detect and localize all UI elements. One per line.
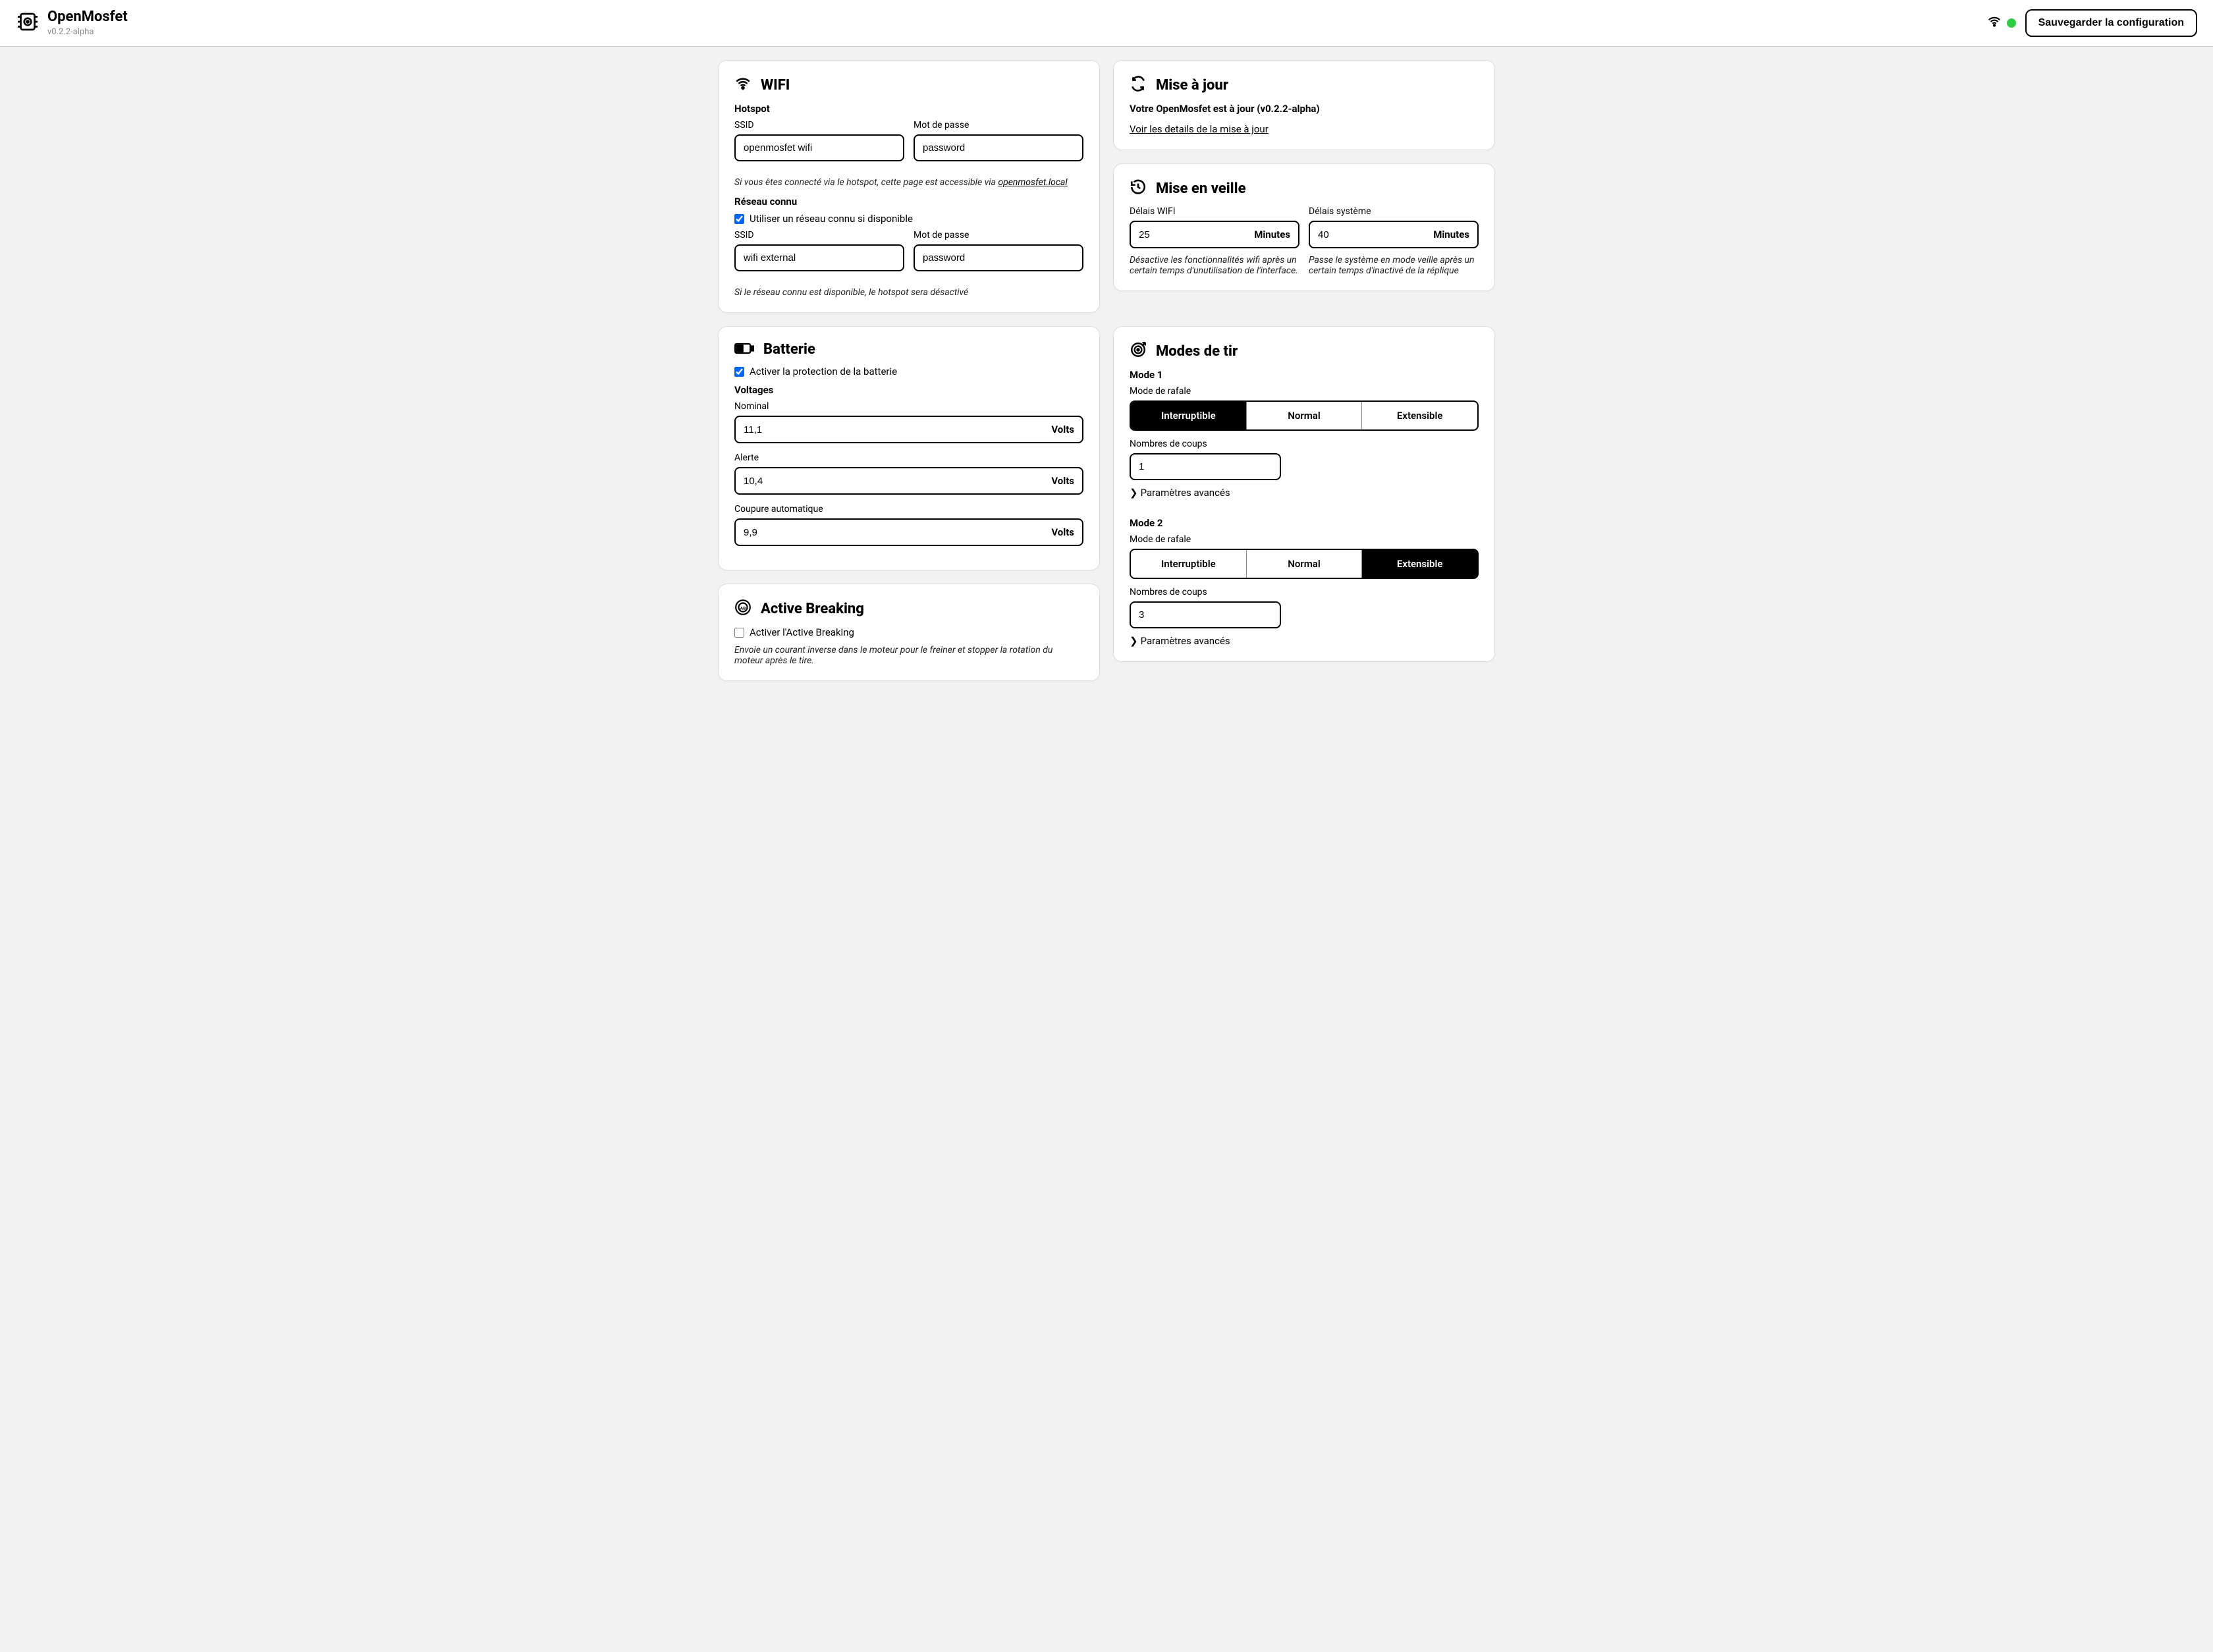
nominal-input[interactable] bbox=[744, 424, 942, 435]
mode2-burst-label: Mode de rafale bbox=[1130, 534, 1479, 545]
known-password-input[interactable] bbox=[914, 244, 1083, 271]
mode1-heading: Mode 1 bbox=[1130, 369, 1479, 381]
sleep-system-unit: Minutes bbox=[1433, 229, 1469, 240]
battery-protect-label: Activer la protection de la batterie bbox=[750, 366, 897, 377]
voltages-heading: Voltages bbox=[734, 384, 1083, 396]
wifi-icon bbox=[734, 75, 751, 95]
sleep-wifi-hint: Désactive les fonctionnalités wifi après… bbox=[1130, 255, 1299, 276]
history-icon bbox=[1130, 179, 1147, 198]
battery-card: Batterie Activer la protection de la bat… bbox=[718, 326, 1100, 570]
hotspot-password-input[interactable] bbox=[914, 134, 1083, 161]
battery-icon bbox=[734, 342, 754, 358]
sleep-wifi-input-group[interactable]: Minutes bbox=[1130, 221, 1299, 248]
wifi-card: WIFI Hotspot SSID Mot de passe Si vous ê… bbox=[718, 60, 1100, 313]
hotspot-heading: Hotspot bbox=[734, 103, 1083, 115]
cutoff-input[interactable] bbox=[744, 527, 942, 538]
mode2-shots-input[interactable] bbox=[1130, 601, 1281, 628]
ab-hint: Envoie un courant inverse dans le moteur… bbox=[734, 645, 1083, 666]
battery-title: Batterie bbox=[763, 341, 815, 358]
chevron-right-icon: ❯ bbox=[1130, 635, 1138, 647]
known-ssid-input[interactable] bbox=[734, 244, 904, 271]
mode2-seg-extensible[interactable]: Extensible bbox=[1362, 550, 1477, 578]
cutoff-input-group[interactable]: Volts bbox=[734, 518, 1083, 546]
fire-title: Modes de tir bbox=[1156, 343, 1238, 360]
ab-enable-checkbox[interactable] bbox=[734, 628, 744, 638]
hotspot-ssid-input[interactable] bbox=[734, 134, 904, 161]
chip-icon bbox=[16, 10, 40, 36]
battery-protect-checkbox[interactable] bbox=[734, 367, 744, 377]
mode1-burst-segmented: Interruptible Normal Extensible bbox=[1130, 400, 1479, 431]
mode1-advanced-toggle[interactable]: ❯ Paramètres avancés bbox=[1130, 487, 1479, 499]
hotspot-local-link[interactable]: openmosfet.local bbox=[998, 177, 1067, 188]
known-hint: Si le réseau connu est disponible, le ho… bbox=[734, 287, 1083, 298]
sleep-card: Mise en veille Délais WIFI Minutes Désac… bbox=[1113, 163, 1495, 291]
sleep-system-input-group[interactable]: Minutes bbox=[1309, 221, 1479, 248]
chevron-right-icon: ❯ bbox=[1130, 487, 1138, 499]
mode1-seg-interruptible[interactable]: Interruptible bbox=[1131, 402, 1247, 429]
mode1-seg-normal[interactable]: Normal bbox=[1247, 402, 1363, 429]
fire-modes-card: Modes de tir Mode 1 Mode de rafale Inter… bbox=[1113, 326, 1495, 662]
update-card: Mise à jour Votre OpenMosfet est à jour … bbox=[1113, 60, 1495, 150]
update-details-link[interactable]: Voir les details de la mise à jour bbox=[1130, 123, 1269, 135]
nominal-input-group[interactable]: Volts bbox=[734, 416, 1083, 443]
hotspot-ssid-label: SSID bbox=[734, 120, 904, 130]
hotspot-password-label: Mot de passe bbox=[914, 120, 1083, 130]
active-breaking-card: AB Active Breaking Activer l'Active Brea… bbox=[718, 584, 1100, 681]
status-dot-icon bbox=[2007, 18, 2016, 28]
ab-icon: AB bbox=[734, 599, 751, 619]
ab-title: Active Breaking bbox=[761, 601, 864, 617]
mode1-shots-label: Nombres de coups bbox=[1130, 439, 1479, 449]
sleep-system-hint: Passe le système en mode veille après un… bbox=[1309, 255, 1479, 276]
known-network-heading: Réseau connu bbox=[734, 196, 1083, 207]
known-ssid-label: SSID bbox=[734, 230, 904, 240]
hotspot-hint: Si vous êtes connecté via le hotspot, ce… bbox=[734, 177, 1083, 188]
sleep-wifi-unit: Minutes bbox=[1254, 229, 1290, 240]
app-version: v0.2.2-alpha bbox=[47, 27, 128, 37]
mode2-heading: Mode 2 bbox=[1130, 517, 1479, 529]
mode2-shots-label: Nombres de coups bbox=[1130, 587, 1479, 597]
use-known-label: Utiliser un réseau connu si disponible bbox=[750, 213, 913, 225]
use-known-checkbox[interactable] bbox=[734, 214, 744, 224]
connection-status bbox=[1987, 14, 2016, 32]
svg-text:AB: AB bbox=[740, 605, 746, 611]
ab-enable-row[interactable]: Activer l'Active Breaking bbox=[734, 626, 1083, 638]
alert-input[interactable] bbox=[744, 476, 942, 487]
mode2-advanced-toggle[interactable]: ❯ Paramètres avancés bbox=[1130, 635, 1479, 647]
wifi-title: WIFI bbox=[761, 77, 790, 94]
mode2-seg-normal[interactable]: Normal bbox=[1247, 550, 1363, 578]
ab-enable-label: Activer l'Active Breaking bbox=[750, 626, 854, 638]
save-config-button[interactable]: Sauvegarder la configuration bbox=[2025, 9, 2197, 37]
cutoff-unit: Volts bbox=[1051, 526, 1074, 538]
known-password-label: Mot de passe bbox=[914, 230, 1083, 240]
logo-section: OpenMosfet v0.2.2-alpha bbox=[16, 10, 128, 37]
topbar: OpenMosfet v0.2.2-alpha Sauvegarder la c… bbox=[0, 0, 2213, 47]
nominal-unit: Volts bbox=[1051, 424, 1074, 435]
mode2-burst-segmented: Interruptible Normal Extensible bbox=[1130, 549, 1479, 579]
use-known-checkbox-row[interactable]: Utiliser un réseau connu si disponible bbox=[734, 213, 1083, 225]
alert-input-group[interactable]: Volts bbox=[734, 467, 1083, 495]
sleep-system-label: Délais système bbox=[1309, 206, 1479, 217]
update-status: Votre OpenMosfet est à jour (v0.2.2-alph… bbox=[1130, 103, 1479, 115]
mode1-shots-input[interactable] bbox=[1130, 453, 1281, 480]
nominal-label: Nominal bbox=[734, 401, 1083, 412]
sync-icon bbox=[1130, 75, 1147, 95]
sleep-wifi-input[interactable] bbox=[1139, 229, 1230, 240]
sleep-system-input[interactable] bbox=[1318, 229, 1409, 240]
update-title: Mise à jour bbox=[1156, 77, 1228, 94]
battery-protect-row[interactable]: Activer la protection de la batterie bbox=[734, 366, 1083, 377]
app-title: OpenMosfet bbox=[47, 10, 128, 24]
sleep-wifi-label: Délais WIFI bbox=[1130, 206, 1299, 217]
mode1-seg-extensible[interactable]: Extensible bbox=[1362, 402, 1477, 429]
wifi-icon bbox=[1987, 14, 2002, 32]
target-icon bbox=[1130, 341, 1147, 361]
cutoff-label: Coupure automatique bbox=[734, 504, 1083, 514]
alert-unit: Volts bbox=[1051, 475, 1074, 487]
alert-label: Alerte bbox=[734, 453, 1083, 463]
sleep-title: Mise en veille bbox=[1156, 180, 1246, 197]
mode2-seg-interruptible[interactable]: Interruptible bbox=[1131, 550, 1247, 578]
mode1-burst-label: Mode de rafale bbox=[1130, 386, 1479, 397]
